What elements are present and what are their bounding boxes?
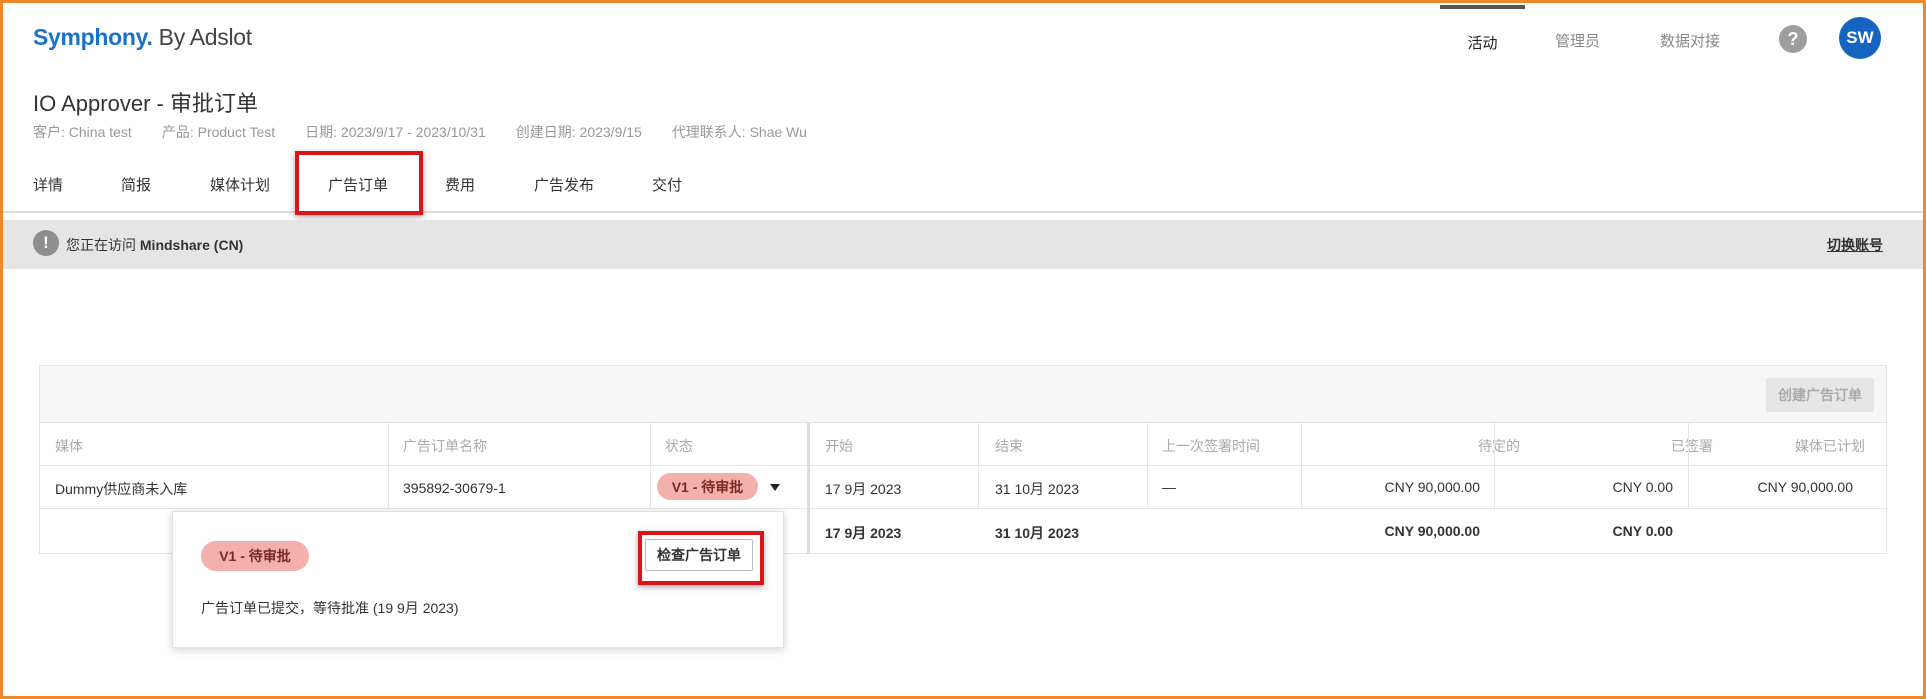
tab-delivery[interactable]: 交付	[652, 174, 682, 195]
col-planned: 媒体已计划	[1795, 438, 1865, 454]
col-divider	[650, 423, 651, 508]
banner-prefix: 您正在访问	[66, 237, 136, 253]
col-divider	[978, 423, 979, 508]
page-title: IO Approver - 审批订单	[33, 91, 258, 116]
meta-created: 创建日期: 2023/9/15	[515, 124, 642, 140]
alert-icon: !	[33, 230, 59, 256]
col-divider	[1147, 423, 1148, 508]
highlight-tab-insertion-orders	[295, 151, 423, 215]
total-signed: CNY 0.00	[1612, 523, 1673, 539]
popover-message: 广告订单已提交，等待批准 (19 9月 2023)	[201, 600, 459, 616]
cell-end: 31 10月 2023	[995, 481, 1080, 497]
total-end: 31 10月 2023	[995, 525, 1080, 541]
cell-order-name[interactable]: 395892-30679-1	[403, 480, 506, 496]
cell-signed: CNY 0.00	[1612, 479, 1673, 495]
meta-product: 产品: Product Test	[161, 124, 276, 140]
tab-brief[interactable]: 简报	[121, 174, 151, 195]
tab-costs[interactable]: 费用	[445, 174, 475, 195]
panel-toolbar: 创建广告订单	[40, 366, 1886, 423]
col-divider	[1301, 423, 1302, 508]
col-start: 开始	[825, 438, 853, 454]
help-icon[interactable]: ?	[1779, 25, 1807, 53]
col-pending: 待定的	[1478, 438, 1520, 454]
logo-brand: Symphony.	[33, 24, 153, 50]
col-media: 媒体	[55, 438, 83, 454]
row-divider	[40, 465, 1888, 466]
account-banner: ! 您正在访问 Mindshare (CN) 切换账号	[3, 220, 1923, 269]
logo-suffix: By Adslot	[158, 24, 252, 50]
popover-status-badge: V1 - 待审批	[201, 541, 309, 571]
cell-planned: CNY 90,000.00	[1757, 479, 1853, 495]
banner-account: Mindshare (CN)	[139, 237, 244, 253]
logo: Symphony. By Adslot	[33, 24, 252, 51]
meta-dates: 日期: 2023/9/17 - 2023/10/31	[305, 124, 486, 140]
col-signed: 已签署	[1671, 438, 1713, 454]
campaign-meta: 客户: China test 产品: Product Test 日期: 2023…	[33, 122, 807, 142]
tab-bar: 详情 简报 媒体计划 广告订单 费用 广告发布 交付	[0, 150, 1926, 213]
col-end: 结束	[995, 438, 1023, 454]
cell-last-signed: —	[1162, 479, 1176, 495]
highlight-review-button	[638, 531, 764, 585]
nav-admin[interactable]: 管理员	[1535, 5, 1620, 75]
tab-media-plan[interactable]: 媒体计划	[210, 174, 270, 195]
switch-account-link[interactable]: 切换账号	[1827, 235, 1883, 255]
total-pending: CNY 90,000.00	[1384, 523, 1480, 539]
status-badge: V1 - 待审批	[657, 473, 758, 500]
col-divider	[1688, 423, 1689, 508]
col-divider	[1494, 423, 1495, 508]
status-dropdown-icon[interactable]	[770, 484, 780, 491]
avatar[interactable]: SW	[1839, 17, 1881, 59]
table-split	[807, 423, 810, 554]
col-order-name: 广告订单名称	[403, 438, 487, 454]
cell-media: Dummy供应商未入库	[55, 481, 188, 497]
create-insertion-order-button[interactable]: 创建广告订单	[1766, 378, 1874, 412]
col-status: 状态	[665, 438, 693, 454]
banner-message: 您正在访问 Mindshare (CN)	[66, 235, 243, 255]
nav-campaigns[interactable]: 活动	[1440, 5, 1525, 75]
col-divider	[388, 423, 389, 508]
meta-agent: 代理联系人: Shae Wu	[671, 124, 807, 140]
col-last-signed: 上一次签署时间	[1162, 438, 1260, 454]
cell-pending: CNY 90,000.00	[1384, 479, 1480, 495]
row-divider	[40, 508, 1888, 509]
tab-ad-publish[interactable]: 广告发布	[534, 174, 594, 195]
cell-start: 17 9月 2023	[825, 481, 902, 497]
meta-client: 客户: China test	[33, 124, 132, 140]
total-start: 17 9月 2023	[825, 525, 902, 541]
nav-data-integration[interactable]: 数据对接	[1640, 5, 1740, 75]
tab-details[interactable]: 详情	[33, 174, 63, 195]
